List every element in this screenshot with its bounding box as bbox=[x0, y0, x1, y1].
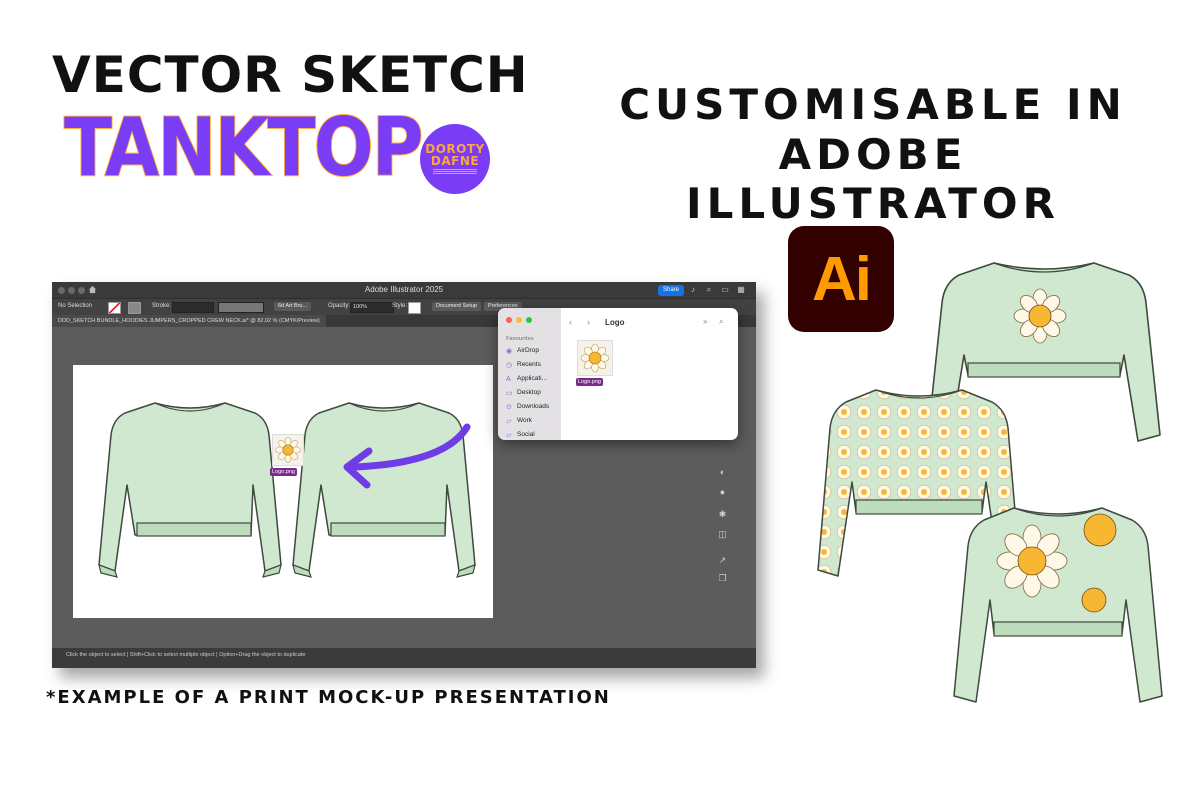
illustrator-logo-icon: Ai bbox=[788, 226, 894, 332]
brush-panel-icon[interactable]: ✱ bbox=[717, 509, 728, 520]
more-icon[interactable]: » bbox=[703, 317, 707, 326]
status-bar: Click the object to select | Shift+Click… bbox=[52, 648, 756, 668]
selection-status: No Selection bbox=[58, 303, 93, 309]
airdrop-icon: ◉ bbox=[506, 348, 513, 355]
clock-icon: ◷ bbox=[506, 362, 513, 369]
search-icon[interactable]: ⌕ bbox=[704, 285, 714, 295]
sidebar-item-label: Downloads bbox=[517, 403, 550, 410]
headline-vector-sketch: VECTOR SKETCH bbox=[52, 46, 529, 104]
drag-arrow-icon bbox=[343, 423, 471, 489]
artboards-icon[interactable]: ❐ bbox=[717, 573, 728, 584]
finder-sidebar: Favourites ◉ AirDrop ◷ Recents A Applicati.… bbox=[498, 308, 561, 440]
finder-content: ‹ › Logo » ⌕ Logo.png bbox=[561, 308, 738, 440]
arrange-icon[interactable]: ▦ bbox=[736, 285, 746, 295]
file-name-label[interactable]: Logo.png bbox=[576, 378, 603, 386]
sidebar-item-social[interactable]: ▱ Social bbox=[506, 431, 535, 439]
finder-close-icon[interactable] bbox=[506, 317, 512, 323]
illustrator-logo-text: Ai bbox=[812, 244, 872, 314]
sidebar-item-label: Recents bbox=[517, 361, 541, 368]
finder-search-icon[interactable]: ⌕ bbox=[719, 317, 723, 327]
sidebar-item-downloads[interactable]: ⊙ Downloads bbox=[506, 403, 549, 411]
sidebar-item-desktop[interactable]: ▭ Desktop bbox=[506, 389, 541, 397]
share-button[interactable]: Share bbox=[658, 285, 685, 296]
stroke-swatch[interactable] bbox=[128, 302, 141, 314]
finder-zoom-icon[interactable] bbox=[526, 317, 532, 323]
artboard[interactable] bbox=[73, 365, 493, 618]
sidebar-item-work[interactable]: ▱ Work bbox=[506, 417, 532, 425]
fill-swatch[interactable] bbox=[108, 302, 121, 314]
forward-icon[interactable]: › bbox=[587, 317, 590, 327]
subhead-line2: ADOBE ILLUSTRATOR bbox=[686, 129, 1060, 229]
subhead-line1: CUSTOMISABLE IN bbox=[619, 80, 1127, 129]
sidebar-item-label: Social bbox=[517, 431, 535, 438]
subhead: CUSTOMISABLE IN ADOBE ILLUSTRATOR bbox=[608, 80, 1138, 229]
footnote: *EXAMPLE OF A PRINT MOCK-UP PRESENTATION bbox=[46, 687, 611, 708]
tools-panel-strip: ◐ ● ✱ ◫ ↗ ❐ bbox=[708, 427, 738, 668]
downloads-icon: ⊙ bbox=[506, 404, 512, 411]
favourites-header: Favourites bbox=[506, 336, 534, 342]
layers-icon[interactable]: ◫ bbox=[717, 529, 728, 540]
color-icon[interactable]: ● bbox=[717, 487, 728, 498]
style-swatch[interactable] bbox=[408, 302, 421, 314]
brand-badge: DOROTY DAFNE bbox=[420, 124, 490, 194]
document-setup-button[interactable]: Document Setup bbox=[432, 302, 481, 311]
sweater-mockup-smiley bbox=[953, 507, 1163, 703]
finder-folder-title: Logo bbox=[605, 318, 625, 327]
finder-window: Favourites ◉ AirDrop ◷ Recents A Applicati.… bbox=[498, 308, 738, 440]
app-title: Adobe Illustrator 2025 bbox=[364, 285, 444, 294]
brand-badge-lines bbox=[433, 169, 477, 175]
back-icon[interactable]: ‹ bbox=[569, 317, 572, 327]
document-tab[interactable]: DDD_SKETCH BUNDLE_HOODIES JUMPERS_CROPPE… bbox=[52, 315, 326, 327]
sidebar-item-label: Applicati... bbox=[517, 375, 547, 382]
sidebar-item-label: Work bbox=[517, 417, 533, 424]
stroke-weight-field[interactable] bbox=[172, 302, 214, 313]
notification-icon[interactable]: ♪ bbox=[688, 285, 698, 295]
finder-minimize-icon[interactable] bbox=[516, 317, 522, 323]
title-bar: Adobe Illustrator 2025 Share ♪ ⌕ ▭ ▦ bbox=[52, 282, 756, 298]
applications-icon: A bbox=[506, 376, 511, 383]
dragged-file-label[interactable]: Logo.png bbox=[270, 468, 297, 476]
illustrator-window: Adobe Illustrator 2025 Share ♪ ⌕ ▭ ▦ No … bbox=[52, 282, 756, 668]
folder-icon: ▱ bbox=[506, 432, 512, 439]
sidebar-item-applications[interactable]: A Applicati... bbox=[506, 375, 547, 383]
headline-tanktop: TANKTOP bbox=[63, 101, 424, 194]
dragged-file-thumbnail[interactable] bbox=[272, 434, 304, 466]
status-hint: Click the object to select | Shift+Click… bbox=[66, 652, 306, 658]
desktop-icon: ▭ bbox=[506, 390, 513, 397]
brush-dropdown[interactable]: 6d Art Bru... bbox=[274, 302, 312, 311]
stroke-label: Stroke: bbox=[152, 303, 172, 309]
daisy-icon bbox=[580, 343, 610, 373]
daisy-icon bbox=[275, 437, 301, 463]
style-label: Style: bbox=[392, 303, 408, 309]
variable-width-field[interactable] bbox=[218, 302, 264, 313]
brand-badge-line2: DAFNE bbox=[430, 154, 480, 168]
sidebar-item-label: Desktop bbox=[517, 389, 541, 396]
folder-icon: ▱ bbox=[506, 418, 512, 425]
file-thumbnail[interactable] bbox=[577, 340, 613, 376]
appearance-icon[interactable]: ◐ bbox=[717, 467, 728, 478]
sweater-sketch-left[interactable] bbox=[95, 395, 285, 580]
sidebar-item-label: AirDrop bbox=[517, 347, 540, 354]
sidebar-item-airdrop[interactable]: ◉ AirDrop bbox=[506, 347, 539, 355]
export-icon[interactable]: ↗ bbox=[717, 555, 728, 566]
opacity-label: Opacity: bbox=[328, 303, 351, 309]
sidebar-item-recents[interactable]: ◷ Recents bbox=[506, 361, 541, 369]
workspace-icon[interactable]: ▭ bbox=[720, 285, 730, 295]
opacity-field[interactable]: 100% bbox=[350, 302, 394, 313]
